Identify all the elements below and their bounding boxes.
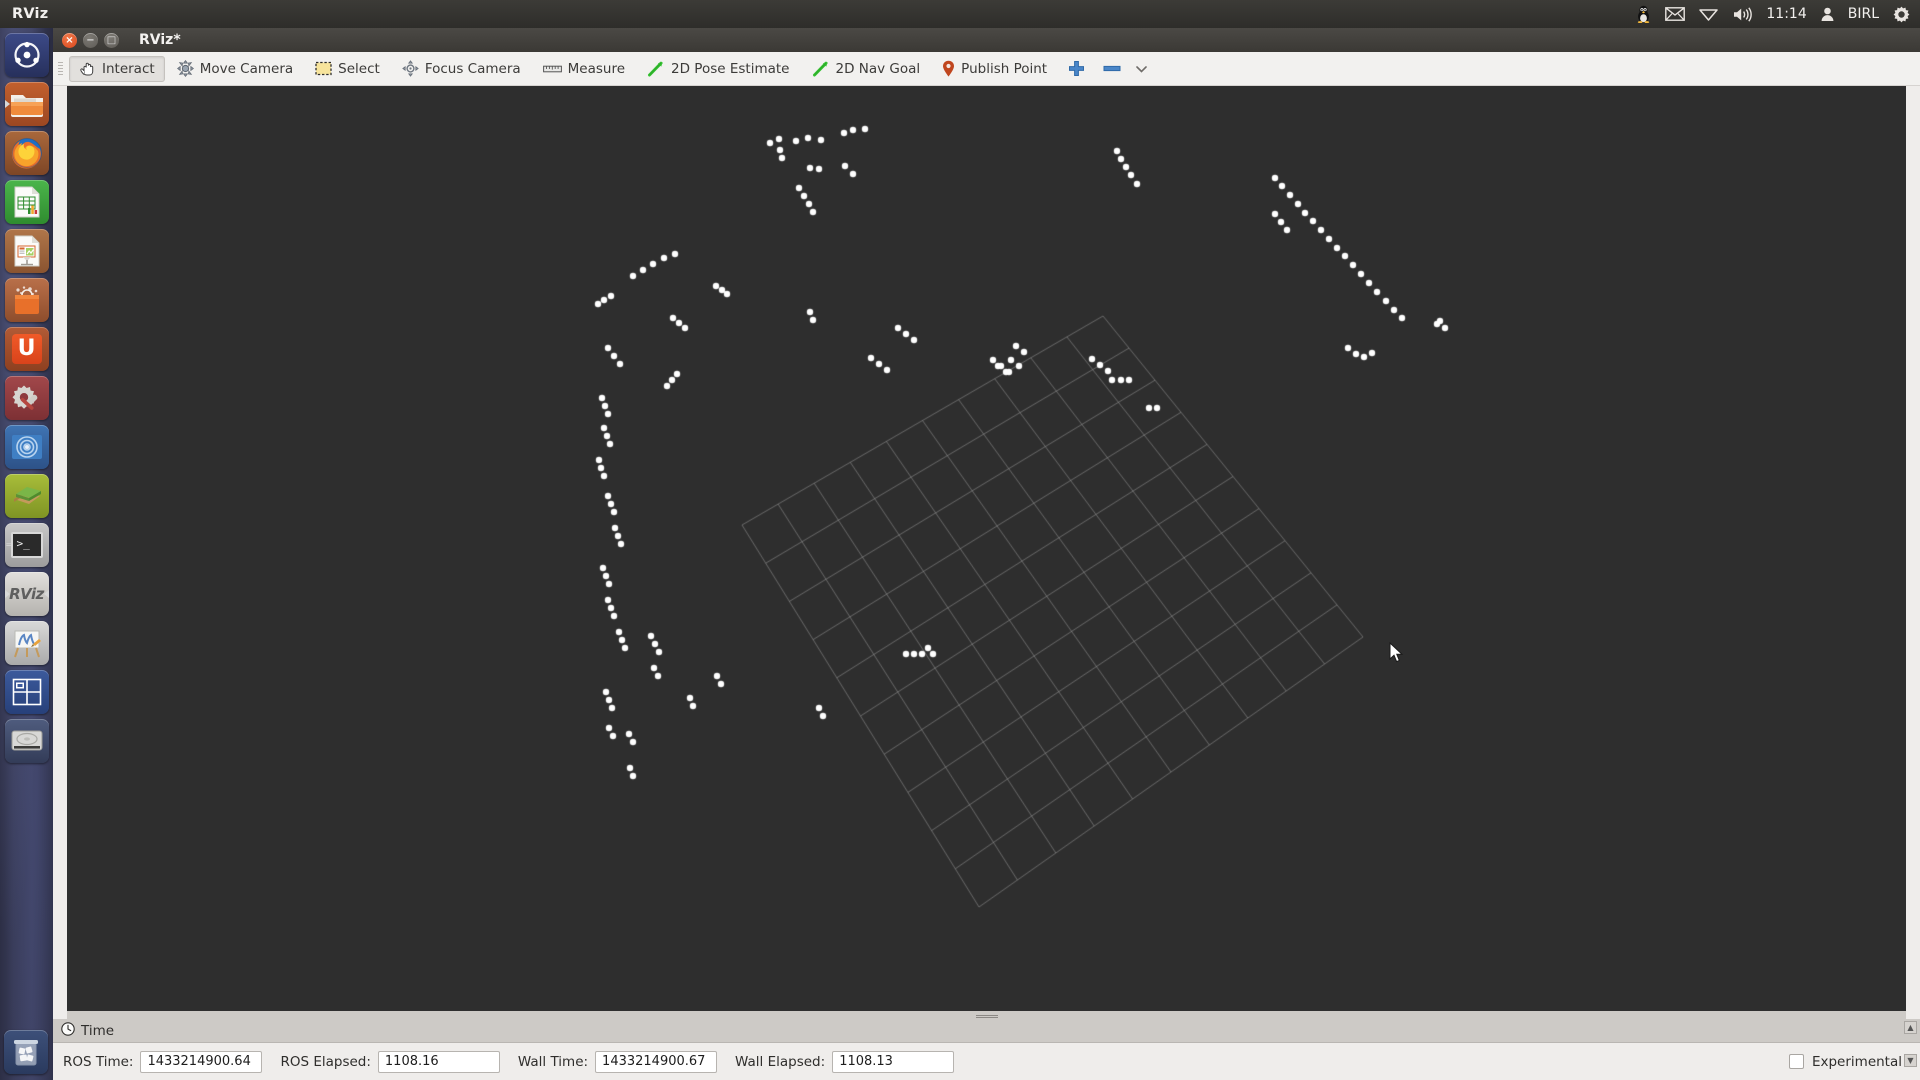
tool-button-focus-camera[interactable]: Focus Camera — [392, 56, 531, 82]
panel-collapse-button-bottom[interactable]: ▼ — [1904, 1054, 1917, 1067]
select-box-icon — [315, 61, 332, 76]
window-maximize-button[interactable]: □ — [104, 32, 119, 48]
launcher-item-ubuntu-dash-icon[interactable] — [4, 33, 49, 77]
mail-icon[interactable] — [1665, 4, 1686, 24]
minus-icon — [1103, 64, 1121, 73]
field-wall-time: Wall Time: 1433214900.67 — [517, 1050, 718, 1073]
wifi-icon[interactable] — [1699, 4, 1719, 24]
chevron-down-icon — [1136, 65, 1147, 73]
running-indicator-icon: = — [5, 540, 13, 549]
field-ros-time: ROS Time: 1433214900.64 — [63, 1050, 263, 1073]
user-avatar-icon[interactable] — [1821, 4, 1834, 24]
tool-button-select[interactable]: Select — [305, 56, 390, 82]
volume-icon[interactable] — [1732, 4, 1753, 24]
launcher-item-firefox-icon[interactable] — [4, 131, 49, 175]
rviz-3d-viewport[interactable] — [67, 86, 1906, 1011]
user-name-label[interactable]: BIRL — [1848, 6, 1879, 22]
time-fields-row: ROS Time: 1433214900.64 ROS Elapsed: 110… — [53, 1043, 1920, 1080]
ubuntu-top-panel: RViz 11:14 BIRL — [0, 0, 1920, 28]
launcher-item-system-settings-icon[interactable] — [4, 376, 49, 420]
gear-icon[interactable] — [1893, 4, 1910, 24]
tool-label-publish-point: Publish Point — [961, 60, 1048, 77]
field-label-wall-elapsed: Wall Elapsed: — [735, 1053, 826, 1070]
focus-camera-icon — [402, 60, 419, 77]
rviz-toolbar: Interact Move Camera Select Focus Camera… — [53, 52, 1920, 86]
viewport-render-canvas[interactable] — [67, 86, 1906, 1011]
tool-button-2d-nav-goal[interactable]: 2D Nav Goal — [802, 56, 931, 82]
window-minimize-button[interactable]: − — [83, 32, 98, 48]
viewport-bottom-splitter[interactable] — [67, 1011, 1906, 1019]
field-wall-elapsed: Wall Elapsed: 1108.13 — [735, 1050, 955, 1073]
experimental-checkbox[interactable] — [1788, 1054, 1804, 1069]
time-panel-title: Time — [81, 1022, 115, 1039]
running-indicator-icon — [4, 590, 10, 598]
move-camera-icon — [176, 60, 194, 77]
tool-label-measure: Measure — [567, 60, 626, 77]
tool-button-add-tool[interactable] — [1059, 56, 1094, 82]
launcher-item-amazon-icon[interactable] — [4, 425, 49, 469]
input-ros-time[interactable]: 1433214900.64 — [140, 1050, 263, 1073]
launcher-item-files-icon[interactable] — [4, 82, 49, 126]
tool-label-move-camera: Move Camera — [199, 60, 294, 77]
time-panel-header[interactable]: Time — [53, 1019, 1920, 1043]
input-wall-elapsed[interactable]: 1108.13 — [832, 1050, 955, 1073]
tool-button-move-camera[interactable]: Move Camera — [167, 56, 303, 82]
green-arrow-icon — [647, 61, 665, 77]
time-panel: Time ROS Time: 1433214900.64 ROS Elapsed… — [53, 1019, 1920, 1080]
tool-label-interact: Interact — [102, 60, 155, 77]
active-app-name: RViz — [12, 6, 49, 22]
field-label-wall-time: Wall Time: — [517, 1053, 589, 1070]
panel-collapse-button-top[interactable]: ▲ — [1904, 1021, 1917, 1034]
launcher-item-workspace-switcher-icon[interactable] — [4, 670, 49, 714]
launcher-item-terminal-icon[interactable]: = >_ — [4, 523, 49, 567]
system-tray: 11:14 BIRL — [1636, 4, 1920, 24]
input-ros-elapsed[interactable]: 1108.16 — [377, 1050, 500, 1073]
running-indicator-icon — [4, 100, 10, 108]
green-arrow-icon — [812, 61, 830, 77]
launcher-item-libreoffice-impress-icon[interactable] — [4, 229, 49, 273]
launcher-item-software-center-icon[interactable] — [4, 278, 49, 322]
field-label-ros-elapsed: ROS Elapsed: — [280, 1053, 371, 1070]
plus-icon — [1068, 60, 1085, 77]
tool-button-interact[interactable]: Interact — [69, 55, 165, 82]
window-titlebar: × − □ RViz* — [53, 28, 1920, 52]
unity-launcher: U = >_ RViz — [0, 28, 53, 1080]
clock-label[interactable]: 11:14 — [1766, 6, 1806, 22]
focused-indicator-icon — [43, 590, 49, 598]
tool-button-publish-point[interactable]: Publish Point — [932, 56, 1057, 82]
tool-button-toolbar-overflow[interactable] — [1130, 56, 1153, 82]
tool-label-2d-nav-goal: 2D Nav Goal — [835, 60, 921, 77]
launcher-item-drawing-icon[interactable] — [4, 621, 49, 665]
tool-button-measure[interactable]: Measure — [533, 56, 635, 82]
clock-icon — [61, 1021, 75, 1040]
field-ros-elapsed: ROS Elapsed: 1108.16 — [280, 1050, 500, 1073]
tux-icon[interactable] — [1636, 4, 1651, 24]
map-pin-icon — [942, 60, 955, 77]
launcher-item-disk-drive-icon[interactable] — [4, 719, 49, 763]
window-title: RViz* — [139, 32, 181, 48]
launcher-item-libreoffice-calc-icon[interactable] — [4, 180, 49, 224]
input-wall-time[interactable]: 1433214900.67 — [595, 1050, 718, 1073]
experimental-label: Experimental — [1811, 1053, 1902, 1070]
launcher-item-ubuntu-one-icon[interactable]: U — [4, 327, 49, 371]
toolbar-drag-handle[interactable] — [56, 58, 65, 80]
tool-button-2d-pose-estimate[interactable]: 2D Pose Estimate — [637, 56, 799, 82]
hand-cursor-icon — [79, 60, 96, 77]
experimental-checkbox-group[interactable]: Experimental — [1788, 1053, 1920, 1070]
launcher-item-help-books-icon[interactable] — [4, 474, 49, 518]
field-label-ros-time: ROS Time: — [63, 1053, 134, 1070]
tool-label-2d-pose-estimate: 2D Pose Estimate — [671, 60, 790, 77]
ruler-icon — [542, 64, 562, 74]
window-close-button[interactable]: × — [62, 32, 77, 48]
tool-label-select: Select — [338, 60, 380, 77]
launcher-item-rviz-icon[interactable]: RViz — [4, 572, 49, 616]
launcher-item-trash-icon[interactable] — [4, 1030, 48, 1074]
tool-label-focus-camera: Focus Camera — [424, 60, 521, 77]
tool-button-remove-tool[interactable] — [1096, 56, 1128, 82]
rviz-window: × − □ RViz* Interact Move Camera Select … — [53, 28, 1920, 1080]
